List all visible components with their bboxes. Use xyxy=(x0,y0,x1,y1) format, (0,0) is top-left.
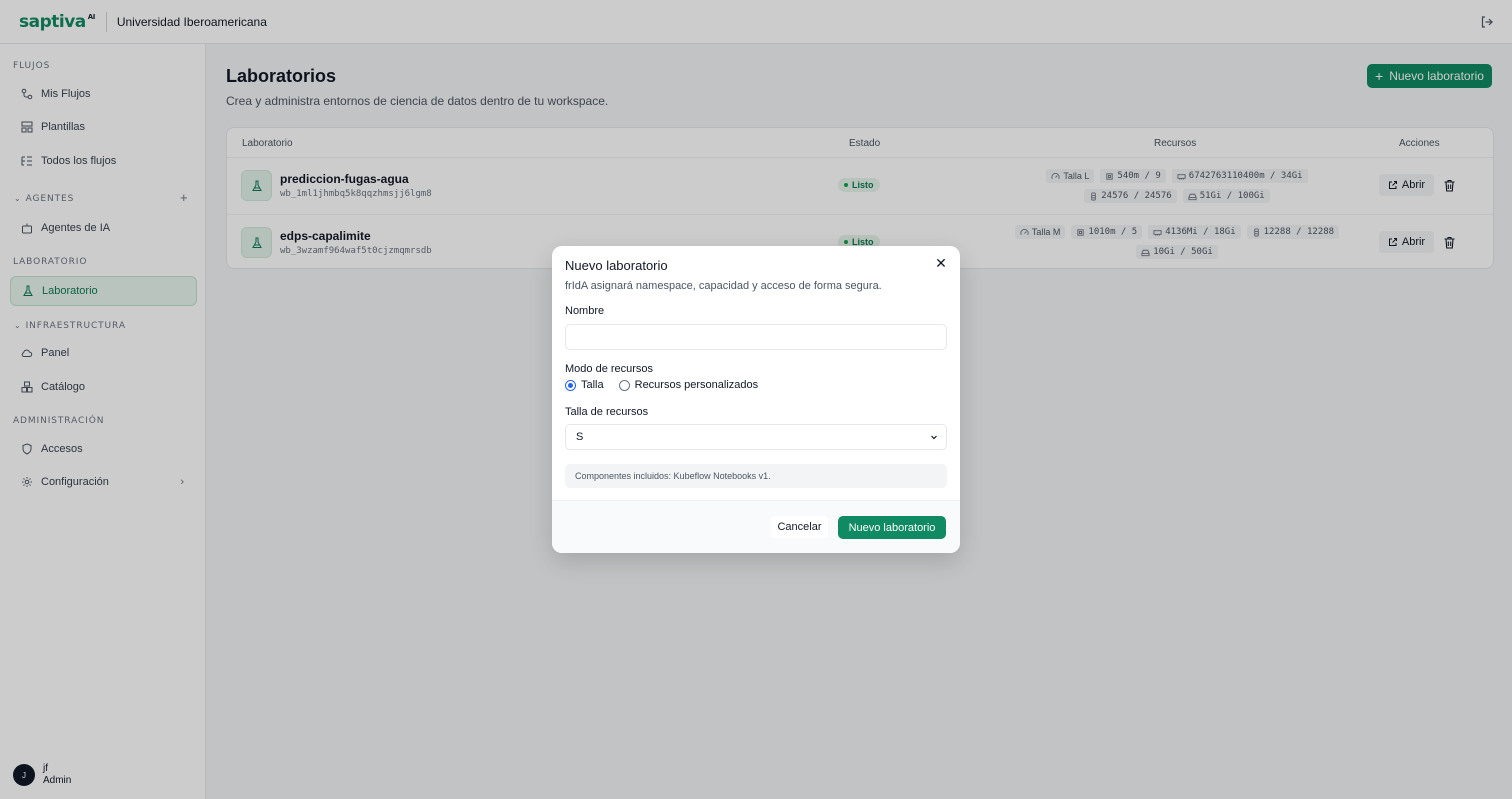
dialog-footer: Cancelar Nuevo laboratorio xyxy=(552,500,960,553)
name-label: Nombre xyxy=(565,305,605,317)
radio-talla[interactable] xyxy=(565,379,576,391)
dialog-title: Nuevo laboratorio xyxy=(565,258,668,273)
new-lab-dialog: Nuevo laboratorio ✕ frIdA asignará names… xyxy=(552,246,960,553)
mode-label: Modo de recursos xyxy=(565,363,654,375)
size-label: Talla de recursos xyxy=(565,406,649,418)
mode-radio-group: Talla Recursos personalizados xyxy=(565,379,758,391)
cancel-button[interactable]: Cancelar xyxy=(771,516,828,538)
radio-talla-label[interactable]: Talla xyxy=(581,379,604,391)
dialog-subtitle: frIdA asignará namespace, capacidad y ac… xyxy=(565,280,882,292)
size-select-value: S xyxy=(576,431,584,443)
components-info: Componentes incluidos: Kubeflow Notebook… xyxy=(565,464,947,488)
chevron-down-icon xyxy=(931,435,937,440)
radio-custom[interactable] xyxy=(618,379,630,391)
radio-custom-label[interactable]: Recursos personalizados xyxy=(635,379,759,391)
size-select[interactable]: S xyxy=(565,424,947,450)
name-input[interactable] xyxy=(565,324,947,350)
submit-button[interactable]: Nuevo laboratorio xyxy=(838,516,946,539)
close-icon[interactable]: ✕ xyxy=(934,256,948,270)
